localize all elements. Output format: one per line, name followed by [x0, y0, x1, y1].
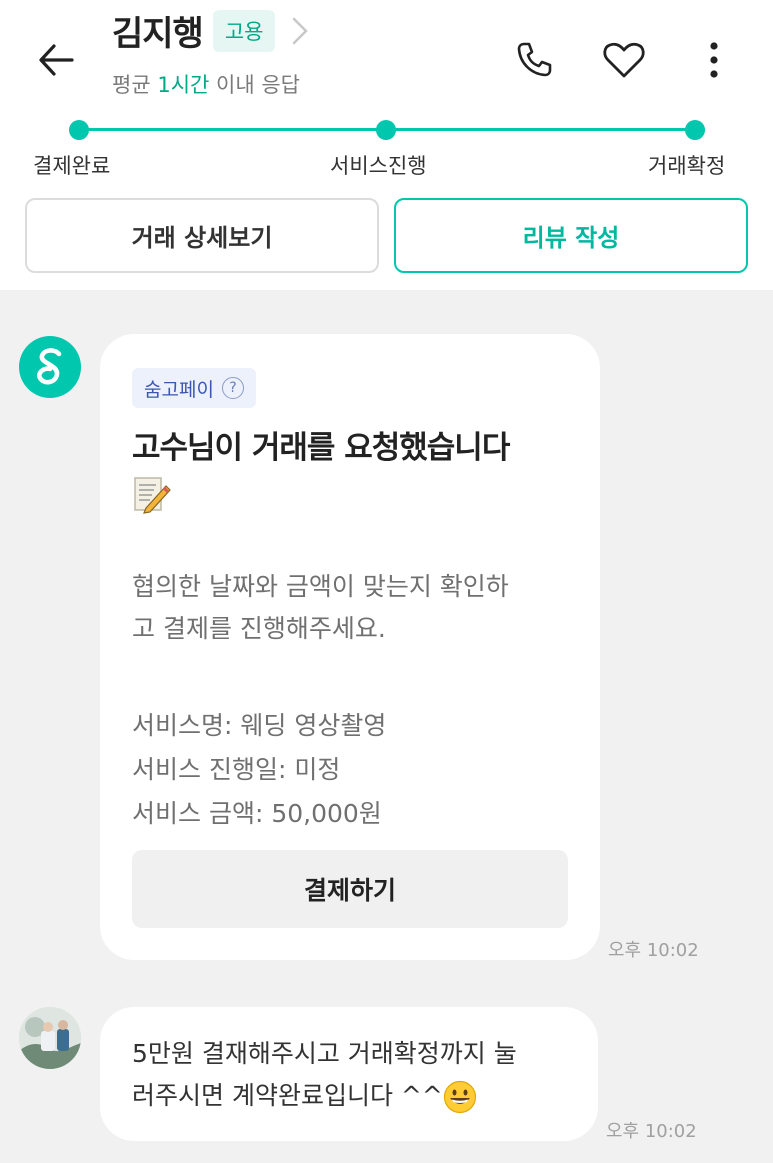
soomgo-avatar[interactable]: [19, 336, 81, 398]
pro-message-bubble: 5만원 결재해주시고 거래확정까지 눌 러주시면 계약완료입니다 ^^: [100, 1007, 598, 1141]
response-suffix: 이내 응답: [209, 73, 300, 97]
grinning-face-icon: [443, 1080, 476, 1114]
profile-photo-icon: [19, 1007, 81, 1069]
call-button[interactable]: [506, 32, 562, 88]
service-price: 서비스 금액: 50,000원: [132, 799, 382, 828]
memo-icon: [134, 476, 171, 514]
write-review-button[interactable]: 리뷰 작성: [394, 198, 748, 273]
card-timestamp: 오후 10:02: [608, 940, 699, 961]
deal-detail-button[interactable]: 거래 상세보기: [25, 198, 379, 273]
payment-request-card: 숨고페이 ? 고수님이 거래를 요청했습니다 협의한 날짜와 금액이 맞는지 확…: [100, 334, 600, 960]
profile-link[interactable]: [285, 11, 315, 51]
service-info: 서비스명: 웨딩 영상촬영 서비스 진행일: 미정 서비스 금액: 50,000…: [132, 704, 386, 836]
step-dot-paid: [69, 120, 89, 140]
pay-button[interactable]: 결제하기: [132, 850, 568, 928]
soomgo-pay-chip[interactable]: 숨고페이 ?: [132, 368, 256, 408]
chevron-right-icon: [293, 17, 309, 44]
response-highlight: 1시간: [157, 73, 210, 97]
favorite-button[interactable]: [596, 32, 652, 88]
message-timestamp: 오후 10:02: [606, 1121, 697, 1142]
card-title-text: 고수님이 거래를 요청했습니다: [132, 430, 510, 466]
step-dot-confirm: [685, 120, 705, 140]
pro-message-line-2: 러주시면 계약완료입니다 ^^: [132, 1081, 443, 1110]
response-time: 평균 1시간 이내 응답: [112, 69, 315, 99]
chat-header: 김지행 고용 평균 1시간 이내 응답 결제완료 서비스진행 거래확정 거래 상…: [0, 0, 773, 290]
pro-message-line-1: 5만원 결재해주시고 거래확정까지 눌: [132, 1039, 517, 1068]
soomgo-logo-icon: [37, 348, 62, 385]
card-instruction: 협의한 날짜와 금액이 맞는지 확인하 고 결제를 진행해주세요.: [132, 566, 582, 650]
pro-name[interactable]: 김지행: [112, 6, 204, 55]
pro-avatar[interactable]: [19, 1007, 81, 1069]
soomgo-pay-label: 숨고페이: [144, 378, 214, 401]
help-icon[interactable]: ?: [221, 377, 244, 399]
card-title: 고수님이 거래를 요청했습니다: [132, 426, 572, 514]
service-name: 서비스명: 웨딩 영상촬영: [132, 711, 387, 740]
instruction-line-2: 고 결제를 진행해주세요.: [132, 614, 386, 643]
phone-icon: [517, 42, 552, 77]
chat-area[interactable]: 숨고페이 ? 고수님이 거래를 요청했습니다 협의한 날짜와 금액이 맞는지 확…: [0, 290, 773, 1163]
step-label-confirm: 거래확정: [648, 154, 726, 178]
more-vertical-icon: [710, 42, 718, 78]
hire-badge: 고용: [212, 9, 276, 52]
title-block: 김지행 고용 평균 1시간 이내 응답: [112, 6, 315, 99]
pro-message-line-2-wrap: 러주시면 계약완료입니다 ^^: [132, 1075, 582, 1117]
step-label-service: 서비스진행: [330, 154, 427, 178]
instruction-line-1: 협의한 날짜와 금액이 맞는지 확인하: [132, 572, 509, 601]
step-dot-service: [376, 120, 396, 140]
more-button[interactable]: [686, 32, 742, 88]
back-button[interactable]: [30, 34, 82, 86]
response-prefix: 평균: [112, 73, 158, 97]
heart-icon: [603, 42, 645, 78]
deal-progress: 결제완료 서비스진행 거래확정: [0, 110, 773, 190]
back-arrow-icon: [39, 44, 74, 76]
step-label-paid: 결제완료: [33, 154, 111, 178]
service-date: 서비스 진행일: 미정: [132, 755, 341, 784]
pro-message-text: 5만원 결재해주시고 거래확정까지 눌 러주시면 계약완료입니다 ^^: [132, 1033, 582, 1117]
